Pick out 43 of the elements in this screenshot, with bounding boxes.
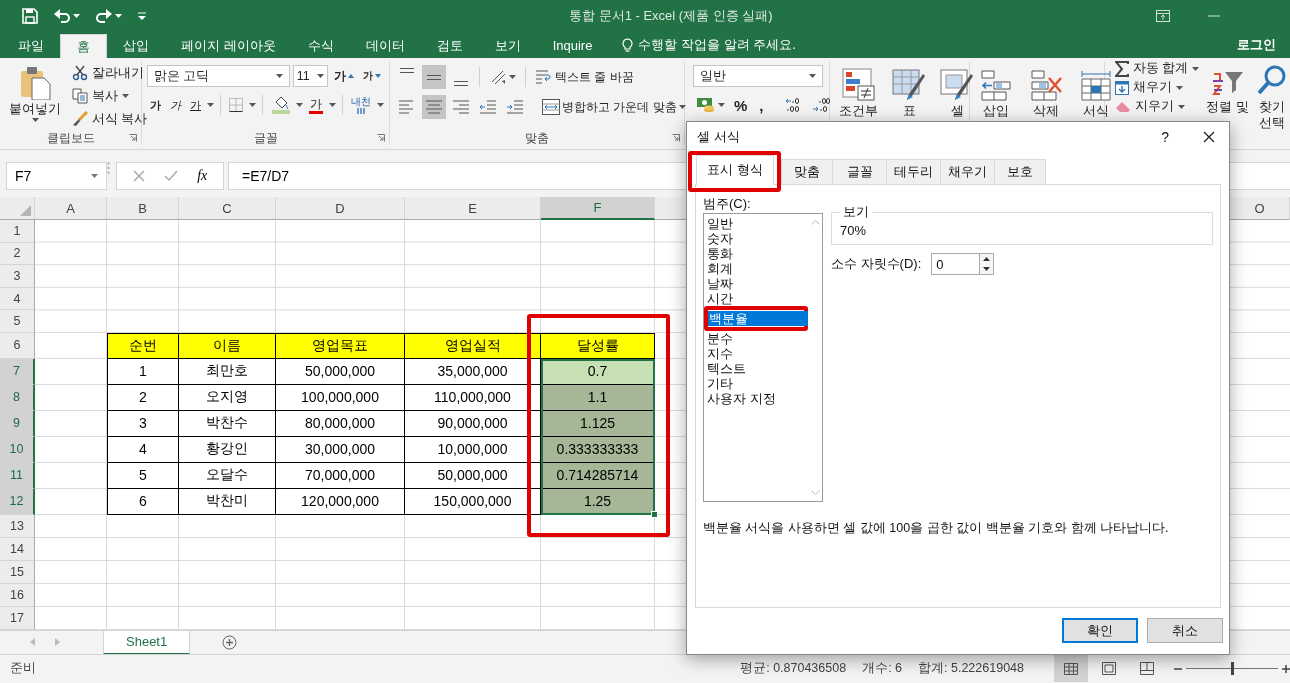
status-sum: 합계: 5.222619048: [918, 660, 1024, 677]
table-cell: 100,000,000: [276, 384, 405, 411]
table-cell: 박찬수: [179, 410, 276, 437]
table-cell: 5: [107, 462, 179, 489]
group-label: 맞춤: [525, 129, 549, 147]
table-header-cell: 영업실적: [405, 332, 541, 359]
table-cell: 1: [107, 358, 179, 385]
status-count: 개수: 6: [862, 660, 903, 677]
table-cell: 30,000,000: [276, 436, 405, 463]
group-label: 글꼴: [253, 129, 278, 147]
sample-label: 보기: [842, 203, 870, 221]
status-average: 평균: 0.870436508: [740, 660, 847, 677]
group-label: 클립보드: [46, 129, 95, 147]
table-cell: 35,000,000: [405, 358, 541, 385]
table-cell: 50,000,000: [405, 462, 541, 489]
table-cell: 오달수: [179, 462, 276, 489]
description-text: 백분율 서식을 사용하면 셀 값에 100을 곱한 값이 백분율 기호와 함께 나타납니다.: [703, 520, 1170, 537]
table-cell: 50,000,000: [276, 358, 405, 385]
table-cell: 황강인: [179, 436, 276, 463]
table-cell: 90,000,000: [405, 410, 541, 437]
table-header-cell: 순번: [107, 332, 179, 359]
table-cell: 4: [107, 436, 179, 463]
status-text: 준비: [10, 660, 36, 677]
table-header-cell: 이름: [179, 332, 276, 359]
table-cell: 박찬미: [179, 488, 276, 515]
table-cell: 120,000,000: [276, 488, 405, 515]
dialog-title: 셀 서식: [697, 128, 740, 146]
table-cell: 80,000,000: [276, 410, 405, 437]
field-label: 소수 자릿수(D):: [831, 255, 922, 273]
table-header-cell: 영업목표: [276, 332, 405, 359]
table-cell: 3: [107, 410, 179, 437]
table-cell: 110,000,000: [405, 384, 541, 411]
sample-value: 70%: [840, 223, 867, 238]
table-cell: 150,000,000: [405, 488, 541, 515]
table-cell: 70,000,000: [276, 462, 405, 489]
table-cell: 10,000,000: [405, 436, 541, 463]
table-cell: 2: [107, 384, 179, 411]
table-cell: 최만호: [179, 358, 276, 385]
table-header-cell: 달성률: [541, 332, 655, 359]
field-label: 범주(C):: [703, 195, 752, 213]
window-title: 통합 문서1 - Excel (제품 인증 실패): [569, 7, 773, 25]
table-cell: 6: [107, 488, 179, 515]
table-cell: 오지영: [179, 384, 276, 411]
